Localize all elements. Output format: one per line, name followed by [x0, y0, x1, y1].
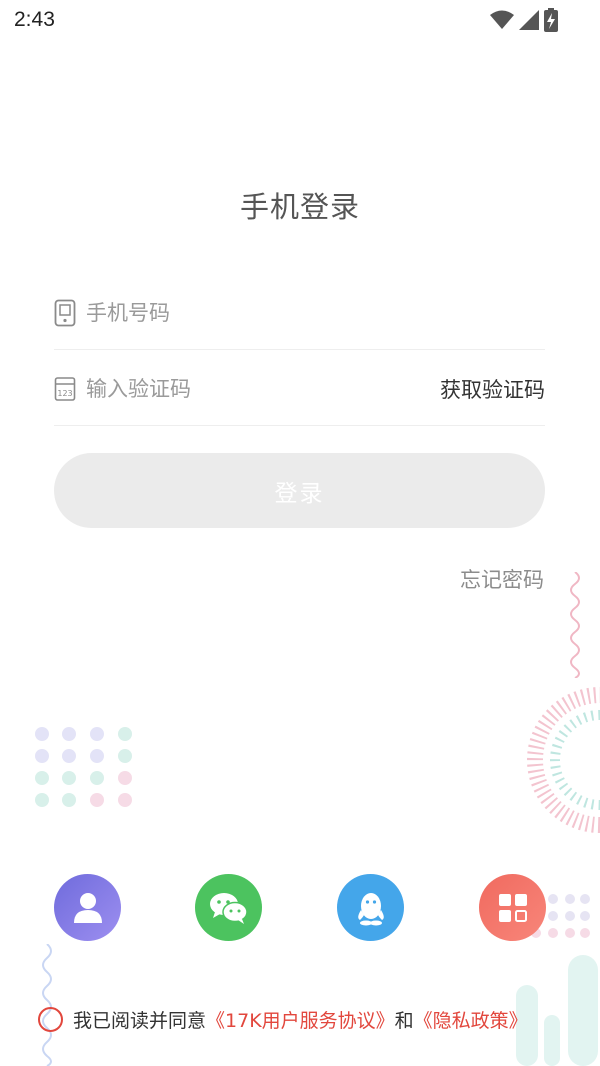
wechat-login-button[interactable] [195, 874, 262, 941]
agreement-row: 我已阅读并同意 《17K用户服务协议》 和 《隐私政策》 [38, 1004, 528, 1034]
decorative-dot-grid-left [35, 727, 132, 807]
decorative-dotted-ring [527, 687, 600, 833]
code-row: 123 获取验证码 [54, 352, 545, 426]
more-login-options-button[interactable] [479, 874, 546, 941]
get-code-button[interactable]: 获取验证码 [440, 374, 545, 404]
wechat-icon [209, 892, 248, 924]
keypad-icon: 123 [54, 376, 76, 401]
terms-of-service-link[interactable]: 《17K用户服务协议》 [206, 1006, 395, 1033]
account-login-button[interactable] [54, 874, 121, 941]
phone-icon [54, 299, 76, 326]
verification-code-input[interactable] [86, 368, 440, 409]
agreement-checkbox[interactable] [38, 1006, 63, 1032]
agreement-prefix-text: 我已阅读并同意 [73, 1009, 207, 1032]
page-title: 手机登录 [239, 190, 360, 224]
decorative-wavy-line-right [570, 572, 580, 678]
battery-icon [544, 8, 558, 32]
login-button[interactable]: 登录 [54, 453, 545, 528]
qq-icon [357, 892, 384, 925]
signal-icon [519, 10, 539, 30]
account-icon [73, 892, 102, 923]
forgot-password-link[interactable]: 忘记密码 [460, 564, 544, 594]
status-bar: 2:43 [0, 0, 600, 40]
phone-row [54, 276, 545, 350]
privacy-policy-link[interactable]: 《隐私政策》 [414, 1006, 528, 1033]
phone-input[interactable] [86, 292, 545, 333]
status-time: 2:43 [14, 8, 55, 31]
qq-login-button[interactable] [337, 874, 404, 941]
svg-text:123: 123 [57, 389, 72, 398]
more-apps-icon [498, 893, 527, 922]
decorative-bars [516, 955, 598, 1066]
wifi-icon [490, 10, 514, 29]
status-icons [490, 8, 558, 32]
agreement-conjunction-text: 和 [394, 1009, 414, 1032]
